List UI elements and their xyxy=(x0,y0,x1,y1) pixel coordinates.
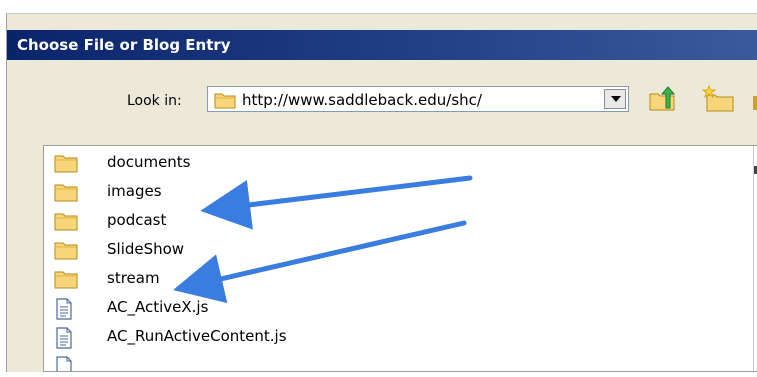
file-dialog: Choose File or Blog Entry Look in: http:… xyxy=(6,13,757,372)
folder-icon xyxy=(54,182,78,206)
folder-icon xyxy=(54,211,78,235)
list-item[interactable]: stream xyxy=(54,265,654,293)
chevron-down-icon xyxy=(611,96,621,102)
item-label: AC_RunActiveContent.js xyxy=(107,327,287,345)
list-item[interactable]: SlideShow xyxy=(54,236,654,264)
folder-icon xyxy=(54,153,78,177)
up-folder-button[interactable] xyxy=(648,86,678,116)
dropdown-button[interactable] xyxy=(604,89,626,109)
item-label: SlideShow xyxy=(107,240,185,258)
item-label: podcast xyxy=(107,211,167,229)
folder-icon xyxy=(54,269,78,293)
up-folder-icon xyxy=(649,86,676,111)
new-folder-icon xyxy=(701,84,734,112)
look-in-value: http://www.saddleback.edu/shc/ xyxy=(242,91,482,109)
list-item[interactable]: AC_RunActiveContent.js xyxy=(54,323,654,351)
new-folder-button[interactable] xyxy=(701,84,735,117)
file-icon xyxy=(54,327,74,353)
list-item[interactable]: images xyxy=(54,178,654,206)
dialog-title: Choose File or Blog Entry xyxy=(17,36,231,54)
file-icon xyxy=(54,298,74,324)
toolbar-overflow-icon xyxy=(752,94,757,112)
look-in-dropdown[interactable]: http://www.saddleback.edu/shc/ xyxy=(207,86,629,112)
list-item[interactable]: podcast xyxy=(54,207,654,235)
list-item[interactable] xyxy=(54,352,654,371)
list-item[interactable]: AC_ActiveX.js xyxy=(54,294,654,322)
dialog-titlebar[interactable]: Choose File or Blog Entry xyxy=(7,30,757,60)
list-item[interactable]: documents xyxy=(54,149,654,177)
file-list[interactable]: documents images podcast SlideShow strea xyxy=(43,145,757,372)
item-label: images xyxy=(107,182,162,200)
vertical-scrollbar[interactable] xyxy=(753,146,757,371)
item-label: documents xyxy=(107,153,191,171)
folder-icon xyxy=(54,240,78,264)
item-label: stream xyxy=(107,269,160,287)
look-in-label: Look in: xyxy=(127,93,182,109)
file-icon xyxy=(54,356,74,371)
folder-icon xyxy=(214,91,236,113)
item-label: AC_ActiveX.js xyxy=(107,298,209,316)
